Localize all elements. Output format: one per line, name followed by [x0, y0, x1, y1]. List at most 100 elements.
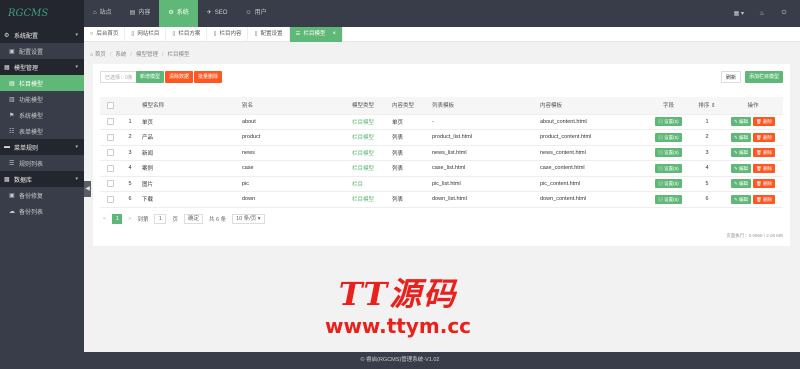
breadcrumb-item[interactable]: 系统: [115, 52, 126, 58]
batch-delete-button[interactable]: 批量删除: [194, 71, 223, 83]
page-input[interactable]: 1: [154, 214, 167, 224]
sidebar-item-3-1[interactable]: ☁ 备份列表: [0, 203, 84, 219]
table-row: 6 下载 down 栏目模型 列表 down_list.html down_content.…: [100, 191, 783, 208]
row-checkbox[interactable]: [106, 164, 114, 172]
refresh-button[interactable]: 刷新: [720, 71, 741, 83]
prev-page-button[interactable]: <: [103, 216, 106, 222]
column-header[interactable]: [100, 97, 120, 115]
add-column-model-button[interactable]: 添加栏目模型: [744, 71, 783, 83]
edit-button[interactable]: ✎ 编辑: [731, 117, 752, 127]
topnav-label: 站点: [99, 10, 112, 16]
topnav-item-4[interactable]: ☺ 用户: [236, 0, 275, 27]
sidebar-item-1-1[interactable]: ▥ 功能模型: [0, 91, 84, 107]
field-settings-button[interactable]: ▤ 设置(5): [655, 179, 682, 189]
function-icon: ▥: [9, 96, 15, 103]
table-row: 3 新闻 news 栏目模型 列表 news_list.html news_content.…: [100, 145, 783, 161]
row-checkbox[interactable]: [106, 149, 114, 157]
topnav-item-0[interactable]: ⌂ 站点: [84, 0, 121, 27]
delete-button[interactable]: 🗑 删除: [753, 194, 775, 204]
sidebar-item-1-2[interactable]: ⚑ 系统模型: [0, 107, 84, 123]
sidebar-group-2[interactable]: ▬ 菜单规则 ▾: [0, 139, 84, 155]
sidebar-item-0-0[interactable]: ▣ 配置设置: [0, 43, 84, 59]
sidebar-item-label: 备份修复: [19, 193, 44, 200]
sidebar-item-label: 系统模型: [19, 113, 44, 120]
content-type: [390, 176, 430, 192]
power-icon[interactable]: ⏻: [780, 10, 788, 17]
delete-button[interactable]: 🗑 删除: [753, 179, 775, 189]
sidebar-group-3[interactable]: ▩ 数据库 ▾: [0, 171, 84, 187]
content-type: 列表: [390, 191, 430, 208]
field-settings-button[interactable]: ▤ 设置(5): [655, 163, 682, 173]
close-icon[interactable]: ×: [332, 27, 336, 42]
fields-cell: ▤ 设置(5): [646, 191, 691, 208]
model-type[interactable]: 栏目模型: [350, 145, 390, 161]
breadcrumb-item[interactable]: 模型管理: [136, 52, 158, 58]
tab-0[interactable]: ○ 后台首页: [84, 27, 126, 42]
model-type[interactable]: 栏目模型: [350, 191, 390, 208]
model-type[interactable]: 栏目模型: [350, 129, 390, 146]
tab-2[interactable]: ▯ 栏目方案: [166, 27, 208, 42]
goto-button[interactable]: 确定: [183, 214, 203, 224]
sidebar-collapse-icon[interactable]: ◀: [84, 181, 91, 197]
field-settings-button[interactable]: ▤ 设置(5): [655, 148, 682, 158]
topnav-item-2[interactable]: ⚙ 系统: [159, 0, 198, 27]
edit-button[interactable]: ✎ 编辑: [731, 179, 752, 189]
per-page-select[interactable]: 10 条/页 ▾: [232, 214, 265, 224]
add-model-button[interactable]: 新增模型: [136, 71, 165, 83]
row-checkbox[interactable]: [106, 133, 114, 141]
edit-button[interactable]: ✎ 编辑: [731, 132, 752, 142]
breadcrumb-item[interactable]: 首页: [95, 52, 106, 58]
model-type[interactable]: 栏目: [350, 176, 390, 192]
sidebar-item-label: 栏目模型: [19, 81, 44, 88]
doc-icon: ▯: [172, 31, 176, 37]
row-checkbox[interactable]: [106, 195, 114, 203]
field-settings-button[interactable]: ▤ 设置(5): [655, 132, 682, 142]
edit-button[interactable]: ✎ 编辑: [731, 148, 752, 158]
tab-label: 栏目方案: [178, 31, 201, 37]
topnav-item-1[interactable]: ▤ 内容: [121, 0, 160, 27]
row-checkbox[interactable]: [106, 180, 114, 188]
column-header: 操作: [723, 97, 783, 115]
field-settings-button[interactable]: ▤ 设置(5): [655, 194, 682, 204]
chevron-down-icon: ▾: [75, 32, 78, 38]
edit-button[interactable]: ✎ 编辑: [731, 194, 752, 204]
page-tabs: ○ 后台首页 ▯ 网站栏目 ▯ 栏目方案 ▯ 栏目内容 ▯ 配置设置 ☰ 栏目模型 ×: [84, 27, 800, 42]
topnav-item-3[interactable]: ✈ SEO: [198, 0, 237, 27]
current-page[interactable]: 1: [112, 214, 123, 224]
app-logo[interactable]: RGCMS: [0, 0, 84, 27]
tab-3[interactable]: ▯ 栏目内容: [207, 27, 249, 42]
sidebar-group-1[interactable]: ▦ 模型管理 ▾: [0, 59, 84, 75]
delete-button[interactable]: 🗑 删除: [753, 163, 775, 173]
sidebar-item-1-0[interactable]: ▤ 栏目模型: [0, 75, 84, 91]
page-unit: 页: [172, 217, 178, 223]
tab-label: 网站栏目: [137, 31, 160, 37]
notification-icon[interactable]: ♨: [758, 10, 766, 17]
model-type[interactable]: 栏目模型: [350, 114, 390, 130]
breadcrumb-separator: /: [109, 52, 112, 58]
tab-label: 栏目内容: [219, 31, 242, 37]
row-id: 5: [120, 176, 140, 192]
sidebar-item-3-0[interactable]: ▣ 备份修复: [0, 187, 84, 203]
column-header: 列表模板: [430, 97, 538, 115]
tab-5[interactable]: ☰ 栏目模型 ×: [289, 27, 343, 42]
pagination: < 1 > 到第 1 页 确定 共 6 条 10 条/页 ▾: [103, 214, 265, 224]
cloud-icon: ☁: [9, 208, 15, 215]
next-page-button[interactable]: >: [128, 216, 131, 222]
model-type[interactable]: 栏目模型: [350, 160, 390, 177]
sidebar-item-2-0[interactable]: ☰ 规则列表: [0, 155, 84, 171]
content-template: news_content.html: [538, 145, 646, 161]
tab-1[interactable]: ▯ 网站栏目: [125, 27, 167, 42]
delete-button[interactable]: 🗑 删除: [753, 132, 775, 142]
delete-button[interactable]: 🗑 删除: [753, 117, 775, 127]
clear-data-button[interactable]: 清除数据: [165, 71, 194, 83]
select-all-checkbox[interactable]: [106, 101, 114, 109]
sidebar-item-label: 规则列表: [19, 161, 44, 168]
field-settings-button[interactable]: ▤ 设置(5): [655, 117, 682, 127]
tab-4[interactable]: ▯ 配置设置: [248, 27, 290, 42]
sidebar-group-0[interactable]: ⚙ 系统配置 ▾: [0, 27, 84, 43]
sidebar-item-1-3[interactable]: ☷ 表单模型: [0, 123, 84, 139]
edit-button[interactable]: ✎ 编辑: [731, 163, 752, 173]
row-checkbox[interactable]: [106, 118, 114, 126]
delete-button[interactable]: 🗑 删除: [753, 148, 775, 158]
theme-switch-icon[interactable]: ▦ ▾: [734, 10, 744, 17]
